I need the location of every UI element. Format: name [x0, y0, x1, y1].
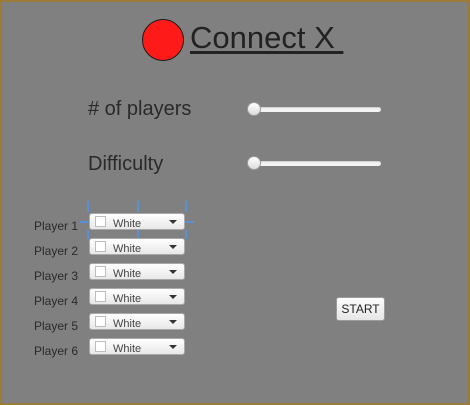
player-5-label: Player 5: [34, 319, 79, 333]
slider-track: [247, 107, 381, 112]
player-6-color-select[interactable]: White: [89, 338, 185, 355]
difficulty-slider[interactable]: [247, 156, 381, 171]
player-4-color-select[interactable]: White: [89, 288, 185, 305]
player-2-label: Player 2: [34, 244, 79, 258]
color-swatch: [95, 241, 106, 252]
slider-thumb[interactable]: [247, 156, 261, 170]
focus-handle: [137, 201, 139, 212]
focus-handle: [80, 221, 89, 223]
game-setup-window: Connect X # of players Difficulty Player…: [0, 0, 470, 405]
slider-thumb[interactable]: [247, 102, 261, 116]
selected-color: White: [113, 318, 142, 330]
color-swatch: [95, 291, 106, 302]
player-1-color-select[interactable]: White: [89, 213, 185, 230]
dropdown-arrow-icon: [169, 320, 177, 324]
focus-handle: [185, 221, 194, 223]
focus-handle: [185, 201, 187, 212]
player-1-label: Player 1: [34, 219, 79, 233]
focus-handle: [185, 230, 187, 239]
selected-color: White: [113, 243, 142, 255]
player-3-label: Player 3: [34, 269, 79, 283]
player-4-label: Player 4: [34, 294, 79, 308]
player-3-color-select[interactable]: White: [89, 263, 185, 280]
app-title: Connect X: [190, 20, 344, 55]
start-button[interactable]: START: [336, 297, 385, 321]
dropdown-arrow-icon: [169, 245, 177, 249]
selected-color: White: [113, 268, 142, 280]
selected-color: White: [113, 293, 142, 305]
player-2-color-select[interactable]: White: [89, 238, 185, 255]
focus-handle: [87, 201, 89, 212]
selected-color: White: [113, 343, 142, 355]
players-count-label: # of players: [88, 98, 192, 120]
dropdown-arrow-icon: [169, 220, 177, 224]
player-5-color-select[interactable]: White: [89, 313, 185, 330]
focus-handle: [87, 230, 89, 239]
slider-track: [247, 161, 381, 166]
color-swatch: [95, 316, 106, 327]
players-count-slider[interactable]: [247, 102, 381, 117]
color-swatch: [95, 266, 106, 277]
selected-color: White: [113, 218, 142, 230]
dropdown-arrow-icon: [169, 270, 177, 274]
dropdown-arrow-icon: [169, 345, 177, 349]
red-circle-logo-icon: [142, 19, 184, 61]
color-swatch: [95, 216, 106, 227]
dropdown-arrow-icon: [169, 295, 177, 299]
color-swatch: [95, 341, 106, 352]
player-6-label: Player 6: [34, 344, 79, 358]
difficulty-label: Difficulty: [88, 153, 164, 175]
